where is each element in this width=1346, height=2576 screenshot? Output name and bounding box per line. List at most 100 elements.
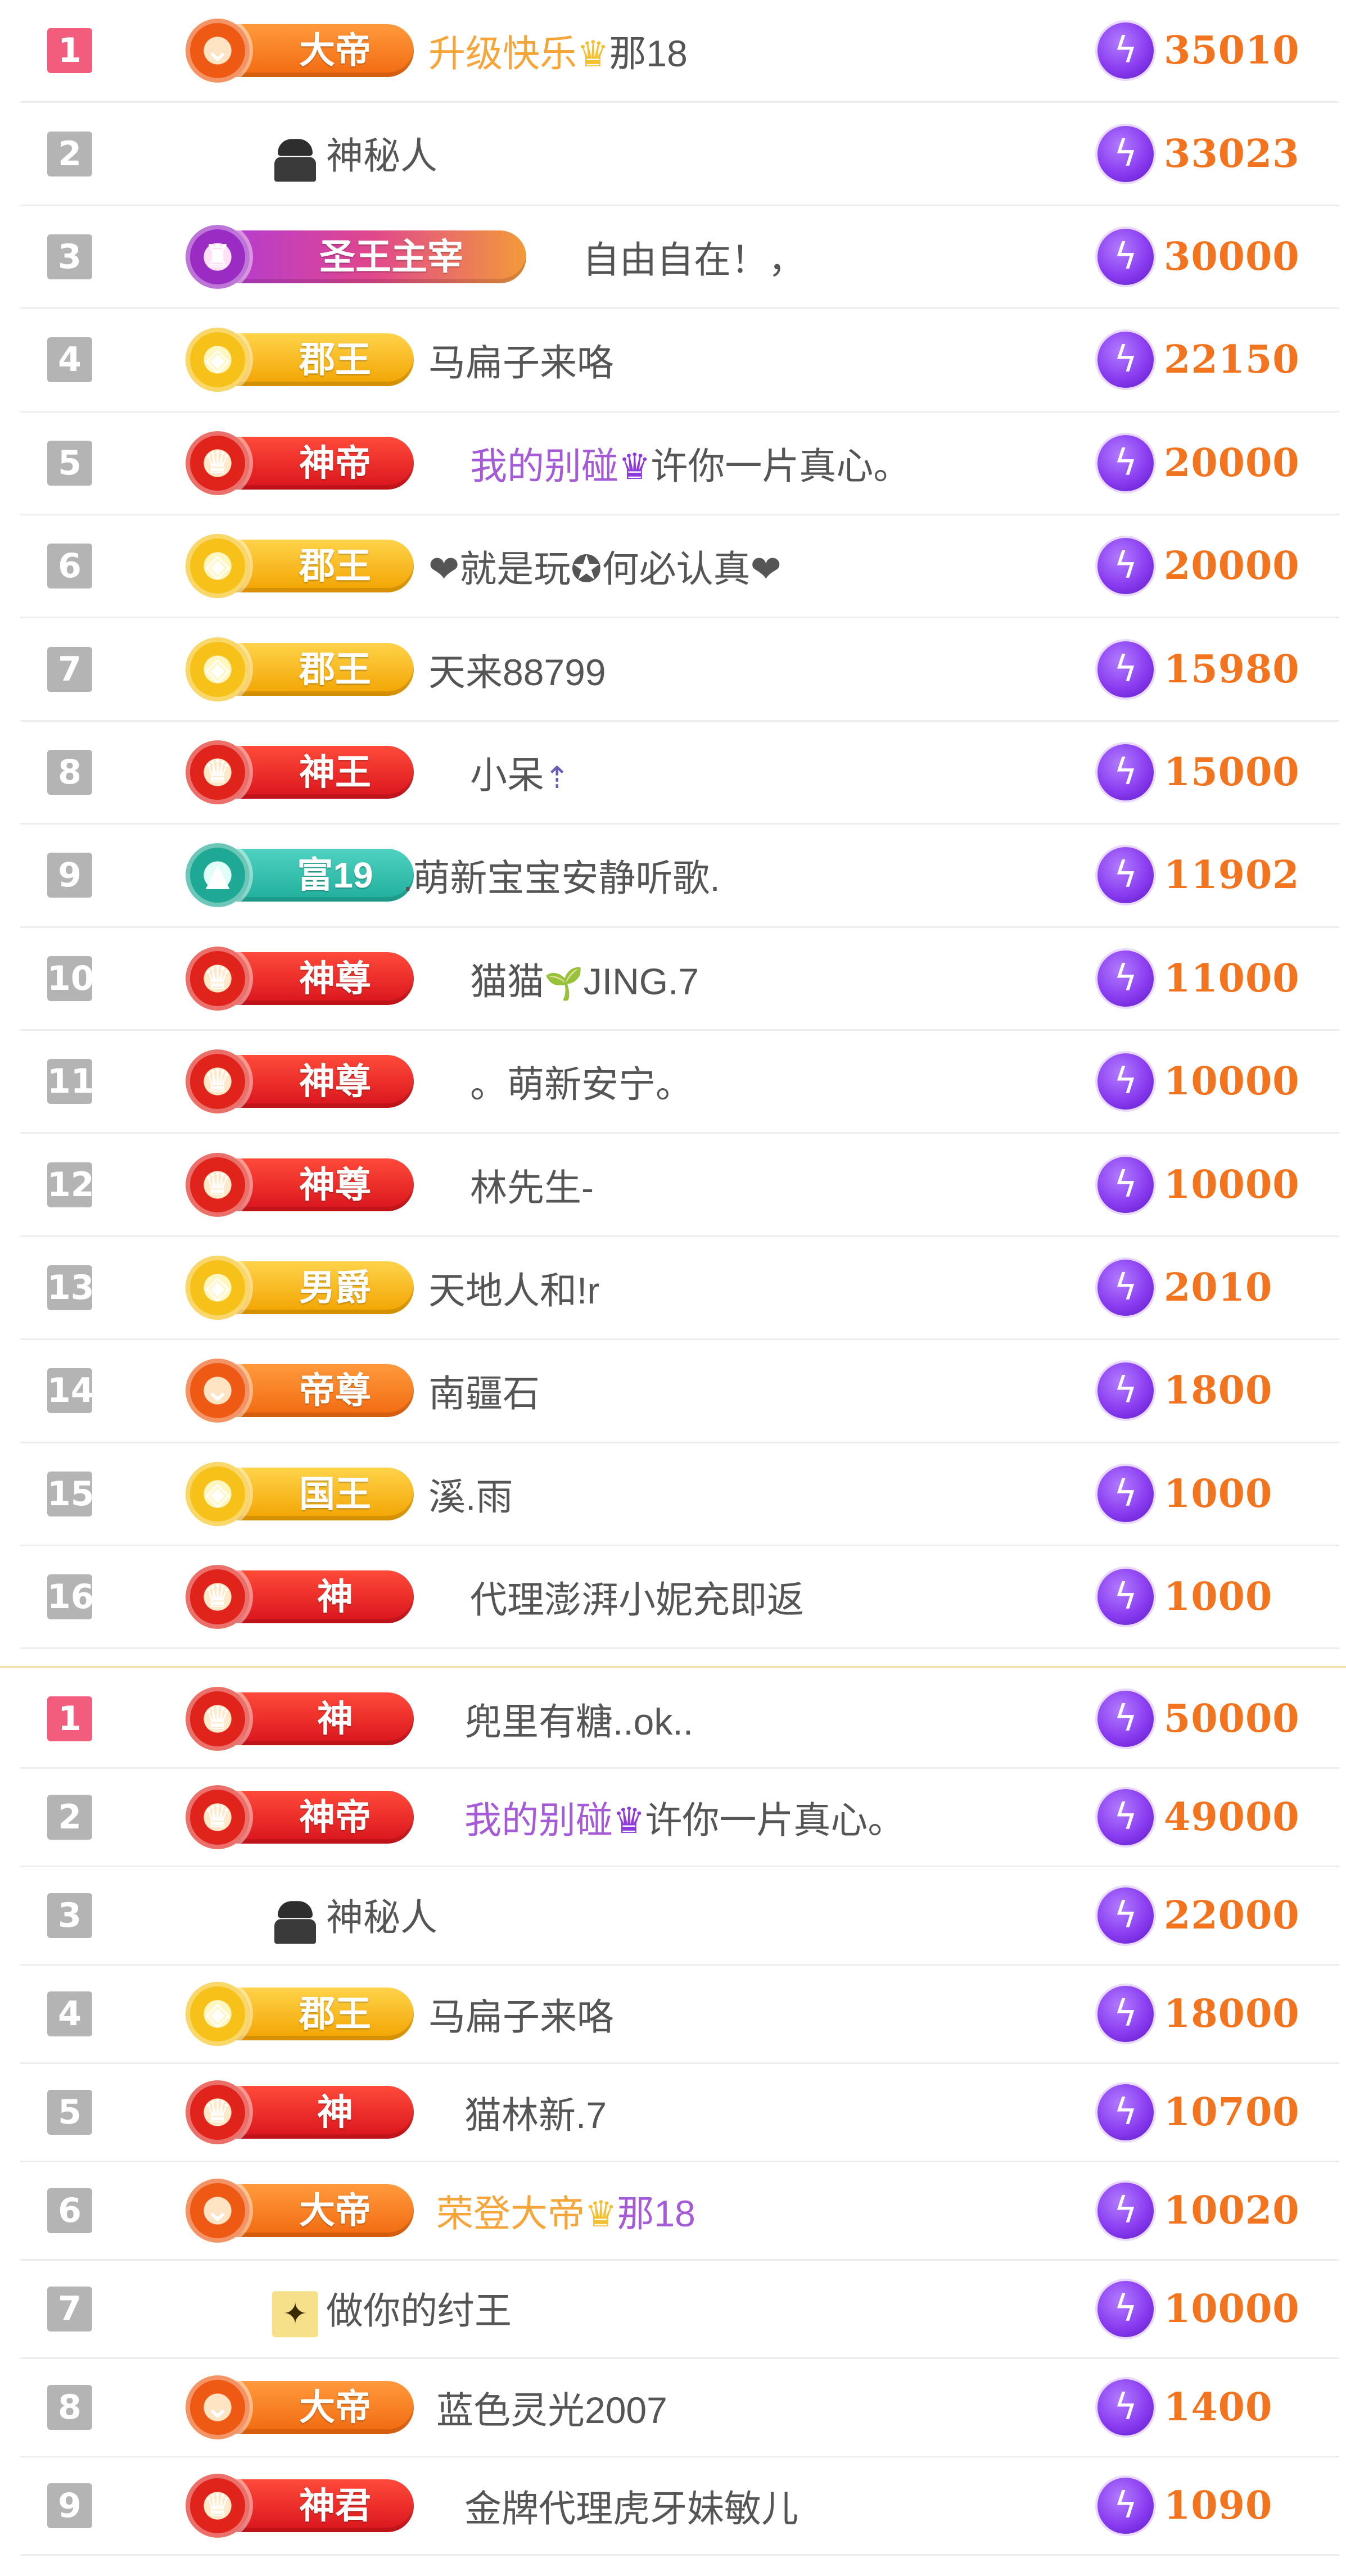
leaderboard-row[interactable]: 2 神秘人 ϟ 33023 bbox=[20, 103, 1339, 206]
leaderboard-row[interactable]: 7 做你的纣王 ϟ10000 bbox=[20, 2261, 1339, 2359]
leaderboard-row[interactable]: 4 ◈ 郡王 马扁子来咯 ϟ 22150 bbox=[20, 309, 1339, 413]
leaderboard-page: 1 ⌄ 大帝 升级快乐♛那18 ϟ 35010 2 神秘人 ϟ 33023 3 ♜ 圣王主宰 自由自在！，… bbox=[0, 0, 1346, 2576]
rank-number: 16 bbox=[47, 1574, 94, 1620]
user-name-text: 代理澎湃小妮充即返 bbox=[470, 1579, 804, 1621]
lightning-bolt-icon: ϟ bbox=[1097, 125, 1154, 182]
user-name[interactable]: 马扁子来咯 bbox=[428, 1987, 614, 2041]
rank-number: 3 bbox=[47, 234, 92, 279]
rank-number: 9 bbox=[47, 2483, 92, 2528]
user-name-text: 蓝色灵光2007 bbox=[436, 2389, 667, 2431]
leaderboard-row[interactable]: 9 ♛ 神君 金牌代理虎牙妹敏儿 ϟ 1090 bbox=[20, 2457, 1339, 2556]
badge-emblem-icon: ◈ bbox=[205, 341, 230, 378]
lightning-bolt-icon: ϟ bbox=[1097, 1887, 1154, 1944]
user-name[interactable]: 溪.雨 bbox=[428, 1467, 513, 1521]
user-name-text: 兜里有糖..ok.. bbox=[464, 1701, 694, 1742]
leaderboard-row[interactable]: 13 ◈ 男爵 天地人和!r ϟ 2010 bbox=[20, 1237, 1339, 1341]
user-name[interactable]: 升级快乐♛那18 bbox=[428, 24, 688, 78]
user-name-text: 升级快乐 bbox=[428, 33, 577, 75]
leaderboard-row[interactable]: 7 ◈ 郡王 天来88799 ϟ 15980 bbox=[20, 618, 1339, 722]
user-name[interactable]: 小呆 ⇡ bbox=[470, 745, 570, 799]
score-value: 1000 bbox=[1164, 1574, 1273, 1620]
user-name[interactable]: 自由自在！， bbox=[582, 230, 805, 284]
user-name[interactable]: 兜里有糖..ok.. bbox=[464, 1692, 693, 1746]
badge-emblem-icon: ⌄ bbox=[204, 2389, 231, 2425]
noble-badge: ◈ 郡王 bbox=[183, 529, 419, 603]
leaderboard-row[interactable]: 3 ♜ 圣王主宰 自由自在！， ϟ 30000 bbox=[20, 206, 1339, 310]
noble-badge: ♛ 神尊 bbox=[183, 942, 419, 1015]
badge-emblem-icon: ♛ bbox=[203, 1578, 232, 1615]
lightning-bolt-icon: ϟ bbox=[1097, 1691, 1154, 1747]
badge-title: 神 bbox=[317, 1699, 353, 1739]
user-name[interactable]: 我的别碰♛许你一片真心。 bbox=[464, 1790, 905, 1844]
user-name[interactable]: 蓝色灵光2007 bbox=[436, 2380, 667, 2434]
leaderboard-row[interactable]: 8 ♛ 神王 小呆 ⇡ ϟ 15000 bbox=[20, 722, 1339, 825]
noble-badge: ▲ 富19 bbox=[183, 839, 419, 912]
badge-emblem-icon: ◈ bbox=[205, 1995, 230, 2032]
user-name-text: 天地人和!r bbox=[428, 1269, 600, 1311]
user-name[interactable]: 金牌代理虎牙妹敏儿 bbox=[464, 2479, 798, 2533]
user-name-text: 。萌新安宁。 bbox=[470, 1063, 693, 1106]
user-name[interactable]: 我的别碰♛许你一片真心。 bbox=[470, 436, 910, 490]
user-name-text: 天来88799 bbox=[428, 651, 606, 693]
noble-badge: ♛ 神 bbox=[183, 1682, 419, 1755]
leaderboard-row[interactable]: 12 ♛ 神尊 林先生-ϟ 10000 bbox=[20, 1134, 1339, 1237]
noble-badge: ◈ 男爵 bbox=[183, 1251, 419, 1324]
rank-number: 8 bbox=[47, 749, 92, 795]
user-name[interactable]: 猫林新.7 bbox=[464, 2085, 607, 2139]
badge-title: 大帝 bbox=[299, 30, 371, 71]
leaderboard-row[interactable]: 6 ◈ 郡王 ❤就是玩✪何必认真❤ ϟ 20000 bbox=[20, 515, 1339, 619]
badge-emblem-icon: ♛ bbox=[203, 1700, 232, 1737]
crown-icon: ♛ bbox=[613, 1800, 645, 1841]
user-name[interactable]: 天地人和!r bbox=[428, 1261, 599, 1315]
leaderboard-row[interactable]: 16 ♛ 神代理澎湃小妮充即返 ϟ 1000 bbox=[20, 1546, 1339, 1650]
badge-emblem-icon: ◈ bbox=[205, 1475, 230, 1512]
leaderboard-row[interactable]: 8 ⌄ 大帝 蓝色灵光2007 ϟ 1400 bbox=[20, 2359, 1339, 2457]
user-name[interactable]: 代理澎湃小妮充即返 bbox=[470, 1570, 804, 1624]
leaderboard-row[interactable]: 6 ⌄ 大帝 荣登大帝♛那18 ϟ 10020 bbox=[20, 2162, 1339, 2261]
leaderboard-row[interactable]: 5 ♛ 神帝 我的别碰♛许你一片真心。 ϟ 20000 bbox=[20, 413, 1339, 515]
lightning-bolt-icon: ϟ bbox=[1097, 2183, 1154, 2239]
user-name[interactable]: 荣登大帝♛那18 bbox=[436, 2184, 695, 2238]
user-name[interactable]: 林先生- bbox=[470, 1158, 594, 1212]
badge-emblem-icon: ♛ bbox=[203, 2094, 232, 2130]
leaderboard-row[interactable]: 9 ▲ 富19 .萌新宝宝安静听歌. ϟ 11902 bbox=[20, 825, 1339, 928]
leaderboard-row[interactable]: 10 ♛ 神尊 猫猫🌱JING.7 ϟ 11000 bbox=[20, 928, 1339, 1031]
user-name-text: 溪.雨 bbox=[428, 1475, 513, 1518]
user-name-text: 那18 bbox=[609, 33, 688, 75]
user-name-text: 猫猫 bbox=[470, 960, 544, 1002]
user-name[interactable]: ❤就是玩✪何必认真❤ bbox=[428, 539, 782, 593]
user-name[interactable]: 。萌新安宁。 bbox=[470, 1054, 693, 1108]
lightning-bolt-icon: ϟ bbox=[1097, 332, 1154, 388]
badge-title: 神帝 bbox=[299, 1797, 371, 1837]
noble-badge: ♛ 神君 bbox=[183, 2469, 419, 2542]
leaderboard-row[interactable]: 4 ◈ 郡王 马扁子来咯 ϟ 18000 bbox=[20, 1966, 1339, 2064]
leaderboard-row[interactable]: 1 ♛ 神兜里有糖..ok.. ϟ 50000 bbox=[20, 1670, 1339, 1769]
user-name[interactable]: 猫猫🌱JING.7 bbox=[470, 952, 699, 1006]
leaderboard-row[interactable]: 3 神秘人 ϟ 22000 bbox=[20, 1867, 1339, 1966]
user-name[interactable]: 神秘人 bbox=[272, 126, 437, 182]
user-name[interactable]: 南疆石 bbox=[428, 1364, 540, 1418]
noble-badge: ⌄ 帝尊 bbox=[183, 1354, 419, 1427]
leaderboard-row[interactable]: 1 ⌄ 大帝 升级快乐♛那18 ϟ 35010 bbox=[20, 0, 1339, 103]
user-name[interactable]: 做你的纣王 bbox=[272, 2281, 512, 2337]
lightning-bolt-icon: ϟ bbox=[1097, 1789, 1154, 1845]
user-name[interactable]: 天来88799 bbox=[428, 642, 606, 696]
badge-emblem-icon: ♛ bbox=[203, 1063, 232, 1100]
user-name[interactable]: 神秘人 bbox=[272, 1887, 437, 1944]
rank-number: 9 bbox=[47, 853, 92, 898]
user-name[interactable]: .萌新宝宝安静听歌. bbox=[403, 848, 720, 902]
rank-number: 8 bbox=[47, 2385, 92, 2430]
noble-badge: ⌄ 大帝 bbox=[183, 14, 419, 87]
badge-emblem-icon: ⌄ bbox=[204, 32, 231, 69]
leaderboard-row[interactable]: 5 ♛ 神猫林新.7 ϟ 10700 bbox=[20, 2064, 1339, 2162]
leaderboard-row[interactable]: 11 ♛ 神尊 。萌新安宁。 ϟ 10000 bbox=[20, 1031, 1339, 1134]
badge-title: 神尊 bbox=[299, 958, 371, 999]
score-value: 2010 bbox=[1164, 1265, 1273, 1310]
user-name-text: 马扁子来咯 bbox=[428, 342, 614, 384]
lightning-bolt-icon: ϟ bbox=[1097, 641, 1154, 698]
leaderboard-row[interactable]: 14 ⌄ 帝尊 南疆石 ϟ 1800 bbox=[20, 1340, 1339, 1443]
leaderboard-row[interactable]: 15 ◈ 国王 溪.雨 ϟ 1000 bbox=[20, 1443, 1339, 1546]
leaderboard-row[interactable]: 2 ♛ 神帝 我的别碰♛许你一片真心。 ϟ 49000 bbox=[20, 1769, 1339, 1867]
user-name[interactable]: 马扁子来咯 bbox=[428, 333, 614, 387]
rank-number: 6 bbox=[47, 2188, 92, 2233]
